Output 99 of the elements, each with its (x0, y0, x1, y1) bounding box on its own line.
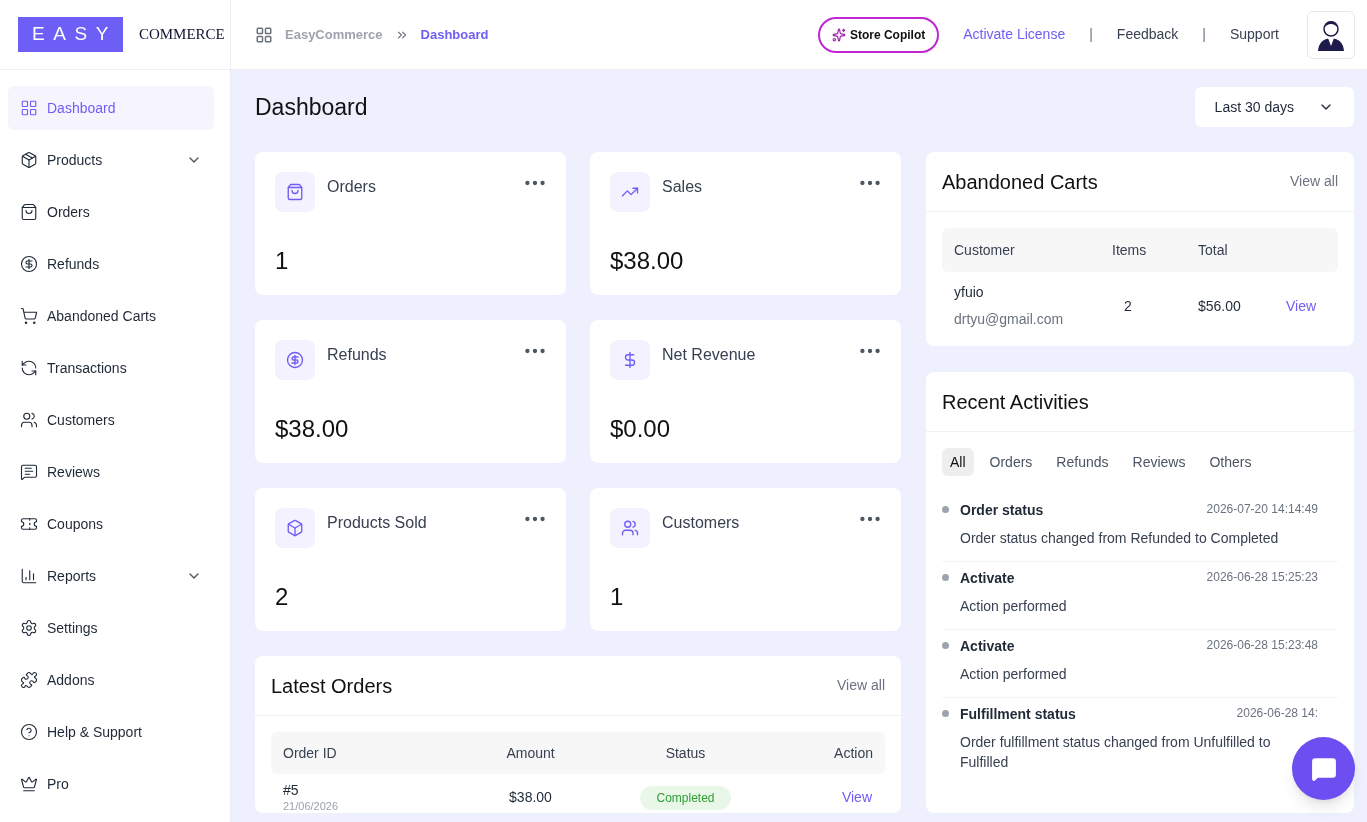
customer-name: yfuio (954, 283, 985, 302)
sidebar-item[interactable]: Settings (8, 606, 214, 650)
view-all-link[interactable]: View all (837, 675, 885, 696)
sidebar-item[interactable]: Reports (8, 554, 214, 598)
logo-mark: EASY (18, 17, 123, 52)
activity-text: Action performed (960, 665, 1068, 684)
sidebar-item[interactable]: Help & Support (8, 710, 214, 754)
sidebar-item[interactable]: Orders (8, 190, 214, 234)
order-id: #5 (283, 782, 300, 800)
activity-tab[interactable]: Reviews (1124, 448, 1194, 476)
sidebar-item[interactable]: Addons (8, 658, 214, 702)
sidebar-item[interactable]: Dashboard (8, 86, 214, 130)
chat-icon (1310, 755, 1337, 782)
order-date: 21/06/2026 (283, 799, 340, 814)
stat-label: Customers (662, 513, 741, 533)
status-badge: Completed (640, 785, 731, 810)
item-count: 2 (1123, 296, 1133, 316)
activity-text: Order fulfillment status changed from Unfulfilled to Fulfilled (960, 733, 1272, 772)
activity-tab[interactable]: Orders (981, 448, 1041, 476)
sidebar-item[interactable]: Pro (8, 762, 214, 806)
sidebar-item[interactable]: Abandoned Carts (8, 294, 214, 338)
settings-icon (20, 619, 38, 637)
column-header: Status (664, 743, 707, 763)
breadcrumb-link[interactable]: Dashboard (420, 24, 489, 45)
message-icon (20, 463, 38, 481)
sidebar-item[interactable]: Transactions (8, 346, 214, 390)
sidebar-item[interactable]: Customers (8, 398, 214, 442)
grid-icon (20, 99, 38, 117)
stat-value: 1 (275, 246, 290, 276)
puzzle-icon (20, 671, 38, 689)
column-header: Total (1198, 240, 1229, 260)
activity-title: Order status (960, 501, 1044, 520)
column-header: Amount (505, 743, 556, 763)
users-icon (20, 411, 38, 429)
bag-icon (20, 203, 38, 221)
column-header: Action (833, 743, 873, 763)
column-header: Order ID (283, 743, 338, 763)
card-title: Abandoned Carts (942, 169, 1098, 195)
date-range-dropdown[interactable]: Last 30 days (1194, 87, 1354, 127)
stat-label: Refunds (327, 345, 388, 365)
activity-tab[interactable]: All (942, 448, 974, 476)
help-icon (20, 723, 38, 741)
view-all-link[interactable]: View all (1290, 171, 1338, 192)
stat-value: 1 (610, 582, 625, 612)
sparkle-icon (831, 27, 846, 42)
dollar-circle-icon (20, 255, 38, 273)
header-link[interactable]: Activate License (963, 24, 1066, 45)
stat-label: Orders (327, 177, 377, 197)
activity-time: 2026-06-28 14: (1236, 705, 1318, 722)
header-link[interactable]: Feedback (1116, 24, 1179, 45)
card-title: Latest Orders (271, 673, 393, 699)
activity-text: Action performed (960, 597, 1068, 616)
stat-value: 2 (275, 582, 290, 612)
refresh-icon (20, 359, 38, 377)
activity-time: 2026-07-20 14:14:49 (1206, 501, 1318, 518)
activity-time: 2026-06-28 15:25:23 (1206, 569, 1318, 586)
stat-label: Products Sold (327, 513, 428, 533)
cart-icon (20, 307, 38, 325)
card-title: Recent Activities (942, 389, 1089, 415)
stat-label: Net Revenue (662, 345, 757, 365)
avatar-icon (1316, 18, 1346, 51)
view-link[interactable]: View (763, 787, 873, 809)
stat-label: Sales (662, 177, 704, 197)
box-icon (20, 151, 38, 169)
box-icon (286, 519, 304, 537)
logo-text: COMMERCE (138, 25, 225, 45)
sidebar-item[interactable]: Coupons (8, 502, 214, 546)
activity-title: Fulfillment status (960, 705, 1076, 724)
avatar-button[interactable] (1307, 10, 1355, 59)
customer-email: drtyu@gmail.com (954, 310, 1065, 329)
bag-icon (286, 183, 304, 201)
users-icon (621, 519, 639, 537)
activity-title: Activate (960, 569, 1015, 588)
order-amount: $38.00 (508, 788, 553, 808)
activity-text: Order status changed from Refunded to Completed (960, 529, 1280, 548)
chart-icon (20, 567, 38, 585)
column-header: Customer (954, 240, 1016, 260)
sidebar-item[interactable]: Products (8, 138, 214, 182)
activity-tab[interactable]: Others (1201, 448, 1260, 476)
separator: | (1202, 25, 1206, 44)
view-link[interactable]: View (1278, 295, 1326, 317)
page-title: Dashboard (255, 92, 368, 122)
column-header: Items (1112, 240, 1148, 260)
sidebar-item[interactable]: Reviews (8, 450, 214, 494)
stat-value: $38.00 (275, 414, 350, 444)
stat-value: $0.00 (610, 414, 672, 444)
sidebar-item[interactable]: Refunds (8, 242, 214, 286)
crown-icon (20, 775, 38, 793)
separator: | (1089, 25, 1093, 44)
ticket-icon (20, 515, 38, 533)
copilot-button[interactable]: Store Copilot (817, 16, 940, 53)
dollar-circle-icon (286, 351, 304, 369)
header-link[interactable]: Support (1229, 24, 1279, 45)
activity-title: Activate (960, 637, 1015, 656)
cart-total: $56.00 (1198, 296, 1242, 316)
grid-icon (255, 25, 273, 44)
activity-time: 2026-06-28 15:23:48 (1206, 637, 1318, 654)
stat-value: $38.00 (610, 246, 685, 276)
activity-tab[interactable]: Refunds (1048, 448, 1117, 476)
